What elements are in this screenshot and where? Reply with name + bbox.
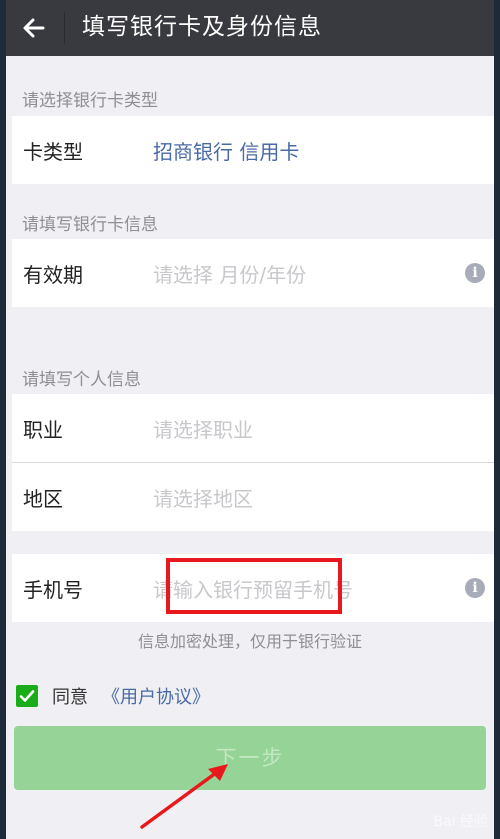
card-type-row[interactable]: 卡类型 招商银行 信用卡 <box>12 116 494 184</box>
region-row[interactable]: 地区 请选择地区 <box>12 463 494 531</box>
agree-text: 同意 <box>52 687 88 708</box>
job-label: 职业 <box>23 418 63 442</box>
back-arrow-icon <box>23 18 45 38</box>
card-info-group: 有效期 请选择 月份/年份 i <box>12 239 494 307</box>
expiry-label: 有效期 <box>23 263 83 287</box>
watermark: Bai 经验 <box>433 814 488 830</box>
card-type-label: 卡类型 <box>23 140 83 164</box>
next-button[interactable]: 下一步 <box>14 726 486 790</box>
page-title: 填写银行卡及身份信息 <box>82 14 322 40</box>
section-header-card-type: 请选择银行卡类型 <box>22 91 158 111</box>
region-label: 地区 <box>23 487 63 511</box>
expiry-placeholder: 请选择 月份/年份 <box>153 263 307 287</box>
section-header-personal: 请填写个人信息 <box>22 370 141 390</box>
phone-label: 手机号 <box>23 578 83 602</box>
card-type-group: 卡类型 招商银行 信用卡 <box>12 116 494 184</box>
section-header-card-info: 请填写银行卡信息 <box>22 215 158 235</box>
job-row[interactable]: 职业 请选择职业 <box>12 394 494 462</box>
info-icon[interactable]: i <box>465 578 485 598</box>
agree-checkbox[interactable] <box>16 685 38 707</box>
security-hint: 信息加密处理，仅用于银行验证 <box>137 632 362 651</box>
info-icon[interactable]: i <box>465 263 485 283</box>
annotation-arrow-icon <box>140 764 228 829</box>
region-placeholder: 请选择地区 <box>153 487 253 511</box>
app-bar: 填写银行卡及身份信息 <box>6 0 494 56</box>
agreement-row: 同意 《用户协议》 <box>16 683 210 709</box>
personal-group: 职业 请选择职业 地区 请选择地区 <box>12 394 494 531</box>
card-type-value: 招商银行 信用卡 <box>153 140 300 164</box>
annotation-highlight-box <box>166 558 342 614</box>
user-agreement-link[interactable]: 《用户协议》 <box>102 683 210 709</box>
checkmark-icon <box>19 690 35 702</box>
screen: 填写银行卡及身份信息 请选择银行卡类型 卡类型 招商银行 信用卡 请填写银行卡信… <box>6 0 494 839</box>
header-divider <box>64 12 65 44</box>
expiry-row[interactable]: 有效期 请选择 月份/年份 i <box>12 239 494 307</box>
job-placeholder: 请选择职业 <box>153 418 253 442</box>
back-button[interactable] <box>12 8 56 48</box>
